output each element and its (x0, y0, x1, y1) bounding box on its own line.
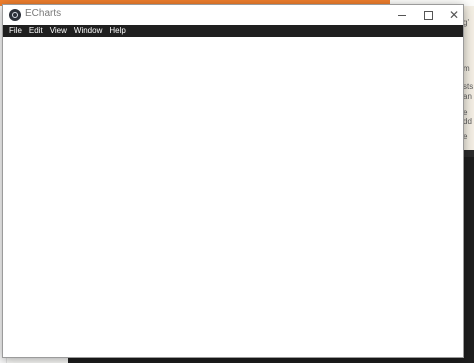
minimize-icon (398, 14, 406, 16)
background-right-text: m (463, 64, 470, 73)
content-area[interactable] (3, 37, 463, 357)
maximize-icon (423, 10, 433, 20)
maximize-button[interactable] (415, 5, 441, 25)
menu-help[interactable]: Help (106, 25, 128, 37)
background-right-text: dd (463, 117, 472, 126)
background-right-text: an (463, 92, 472, 101)
window-title: ECharts (25, 8, 62, 19)
background-right-text: sts (463, 82, 474, 91)
menu-edit[interactable]: Edit (26, 25, 46, 37)
close-icon: ✕ (448, 8, 460, 22)
minimize-button[interactable] (389, 5, 415, 25)
menu-window[interactable]: Window (71, 25, 105, 37)
close-button[interactable]: ✕ (441, 5, 467, 25)
echarts-window: ECharts ✕ File Edit View Window Help (2, 4, 464, 358)
title-bar[interactable]: ECharts ✕ (3, 5, 463, 25)
menu-bar: File Edit View Window Help (3, 25, 463, 37)
menu-file[interactable]: File (6, 25, 25, 37)
app-logo-icon (9, 9, 21, 21)
menu-view[interactable]: View (47, 25, 70, 37)
